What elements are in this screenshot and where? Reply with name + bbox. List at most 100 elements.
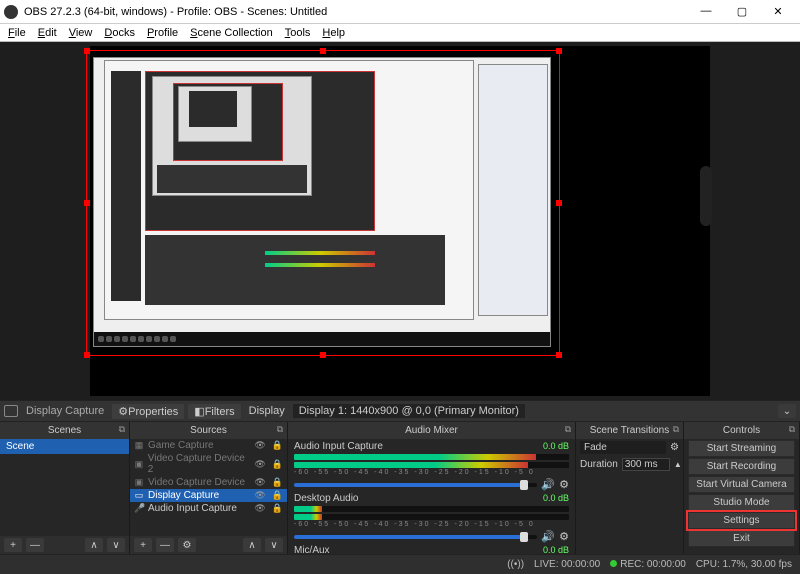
mixer-header: Audio Mixer ⧉ — [288, 422, 575, 439]
start-virtual-camera-button[interactable]: Start Virtual Camera — [688, 476, 795, 493]
display-select[interactable]: Display 1: 1440x900 @ 0,0 (Primary Monit… — [293, 404, 525, 418]
menu-docks[interactable]: Docks — [98, 27, 141, 39]
mixer-body: Audio Input Capture0.0 dB -60 -55 -50 -4… — [288, 439, 575, 554]
audio-mixer-dock: Audio Mixer ⧉ Audio Input Capture0.0 dB … — [288, 422, 576, 554]
properties-button[interactable]: ⚙Properties — [112, 404, 184, 419]
menu-edit[interactable]: Edit — [32, 27, 63, 39]
resize-handle[interactable] — [84, 200, 90, 206]
source-item-audio-input[interactable]: 🎤Audio Input Capture👁🔒 — [130, 502, 287, 515]
source-up-button[interactable]: ∧ — [243, 538, 261, 552]
resize-handle[interactable] — [556, 48, 562, 54]
nested-preview — [145, 71, 375, 231]
nested-meter — [265, 263, 375, 267]
resize-handle[interactable] — [84, 48, 90, 54]
track-name: Desktop Audio — [294, 493, 359, 504]
visibility-toggle[interactable]: 👁 — [254, 440, 265, 451]
dock-popout-icon[interactable]: ⧉ — [119, 424, 125, 435]
transition-select[interactable]: Fade — [580, 441, 666, 454]
visibility-toggle[interactable]: 👁 — [254, 490, 265, 501]
add-source-button[interactable]: + — [134, 538, 152, 552]
source-item-game-capture[interactable]: ▦Game Capture👁🔒 — [130, 439, 287, 452]
slider-knob[interactable] — [520, 480, 528, 490]
close-button[interactable]: ✕ — [766, 5, 790, 18]
scenes-toolbar: + — ∧ ∨ — [0, 536, 129, 554]
scene-up-button[interactable]: ∧ — [85, 538, 103, 552]
dock-popout-icon[interactable]: ⧉ — [673, 424, 679, 435]
lock-toggle[interactable]: 🔒 — [272, 503, 283, 514]
minimize-button[interactable]: — — [694, 5, 718, 18]
filters-button[interactable]: ◧Filters — [188, 404, 240, 419]
duration-input[interactable] — [622, 458, 670, 471]
start-recording-button[interactable]: Start Recording — [688, 458, 795, 475]
remove-source-button[interactable]: — — [156, 538, 174, 552]
scene-down-button[interactable]: ∨ — [107, 538, 125, 552]
dock-popout-icon[interactable]: ⧉ — [565, 424, 571, 435]
window-titlebar: OBS 27.2.3 (64-bit, windows) - Profile: … — [0, 0, 800, 24]
lock-toggle[interactable]: 🔒 — [272, 440, 283, 451]
menu-profile[interactable]: Profile — [141, 27, 184, 39]
preview-area[interactable] — [0, 42, 800, 400]
resize-handle[interactable] — [556, 352, 562, 358]
resize-handle[interactable] — [84, 352, 90, 358]
mute-button[interactable]: 🔊 — [541, 478, 555, 491]
exit-button[interactable]: Exit — [688, 530, 795, 547]
start-streaming-button[interactable]: Start Streaming — [688, 440, 795, 457]
source-label: Game Capture — [148, 440, 214, 451]
sources-list[interactable]: ▦Game Capture👁🔒 ▣Video Capture Device 2👁… — [130, 439, 287, 536]
transitions-header: Scene Transitions ⧉ — [576, 422, 683, 439]
sources-title: Sources — [190, 425, 227, 436]
resize-handle[interactable] — [556, 200, 562, 206]
visibility-toggle[interactable]: 👁 — [254, 459, 265, 470]
source-item-display-capture[interactable]: ▭Display Capture👁🔒 — [130, 489, 287, 502]
dock-popout-icon[interactable]: ⧉ — [277, 424, 283, 435]
preview-side-toolbar[interactable] — [700, 166, 712, 226]
dock-popout-icon[interactable]: ⧉ — [789, 424, 795, 435]
resize-handle[interactable] — [320, 352, 326, 358]
rec-indicator-icon — [610, 560, 617, 567]
source-down-button[interactable]: ∨ — [265, 538, 283, 552]
menu-help[interactable]: Help — [316, 27, 351, 39]
studio-mode-button[interactable]: Studio Mode — [688, 494, 795, 511]
source-item-video-capture-2[interactable]: ▣Video Capture Device 2👁🔒 — [130, 452, 287, 476]
gear-icon: ⚙ — [118, 406, 128, 418]
menu-view[interactable]: View — [63, 27, 99, 39]
source-label: Video Capture Device 2 — [148, 453, 251, 475]
settings-button[interactable]: Settings — [688, 512, 795, 529]
context-collapse-button[interactable]: ⌄ — [778, 404, 796, 418]
source-label: Display Capture — [148, 490, 219, 501]
visibility-toggle[interactable]: 👁 — [254, 477, 265, 488]
mute-button[interactable]: 🔊 — [541, 530, 555, 543]
track-name: Mic/Aux — [294, 545, 330, 554]
volume-slider[interactable] — [294, 483, 537, 487]
window-buttons: — ▢ ✕ — [694, 5, 796, 18]
lock-toggle[interactable]: 🔒 — [272, 490, 283, 501]
transition-settings-button[interactable]: ⚙ — [670, 442, 679, 453]
menu-tools[interactable]: Tools — [279, 27, 317, 39]
preview-canvas[interactable] — [90, 46, 710, 396]
lock-toggle[interactable]: 🔒 — [272, 459, 283, 470]
remove-scene-button[interactable]: — — [26, 538, 44, 552]
track-settings-button[interactable]: ⚙ — [559, 478, 569, 491]
live-timer: LIVE: 00:00:00 — [534, 559, 600, 570]
scenes-list[interactable]: Scene — [0, 439, 129, 536]
resize-handle[interactable] — [320, 48, 326, 54]
add-scene-button[interactable]: + — [4, 538, 22, 552]
maximize-button[interactable]: ▢ — [730, 5, 754, 18]
duration-stepper[interactable]: ▲▼ — [674, 460, 683, 469]
menu-file[interactable]: File — [2, 27, 32, 39]
volume-slider[interactable] — [294, 535, 537, 539]
nested-window — [152, 76, 312, 196]
scene-item[interactable]: Scene — [0, 439, 129, 454]
track-settings-button[interactable]: ⚙ — [559, 530, 569, 543]
properties-label: Properties — [128, 406, 178, 418]
visibility-toggle[interactable]: 👁 — [254, 503, 265, 514]
source-item-video-capture[interactable]: ▣Video Capture Device👁🔒 — [130, 476, 287, 489]
rec-timer: REC: 00:00:00 — [620, 559, 686, 570]
menu-scene-collection[interactable]: Scene Collection — [184, 27, 279, 39]
slider-knob[interactable] — [520, 532, 528, 542]
lock-toggle[interactable]: 🔒 — [272, 477, 283, 488]
source-context-bar: Display Capture ⚙Properties ◧Filters Dis… — [0, 400, 800, 422]
source-selection-outline[interactable] — [86, 50, 560, 356]
source-properties-button[interactable]: ⚙ — [178, 538, 196, 552]
captured-taskbar — [94, 332, 550, 346]
